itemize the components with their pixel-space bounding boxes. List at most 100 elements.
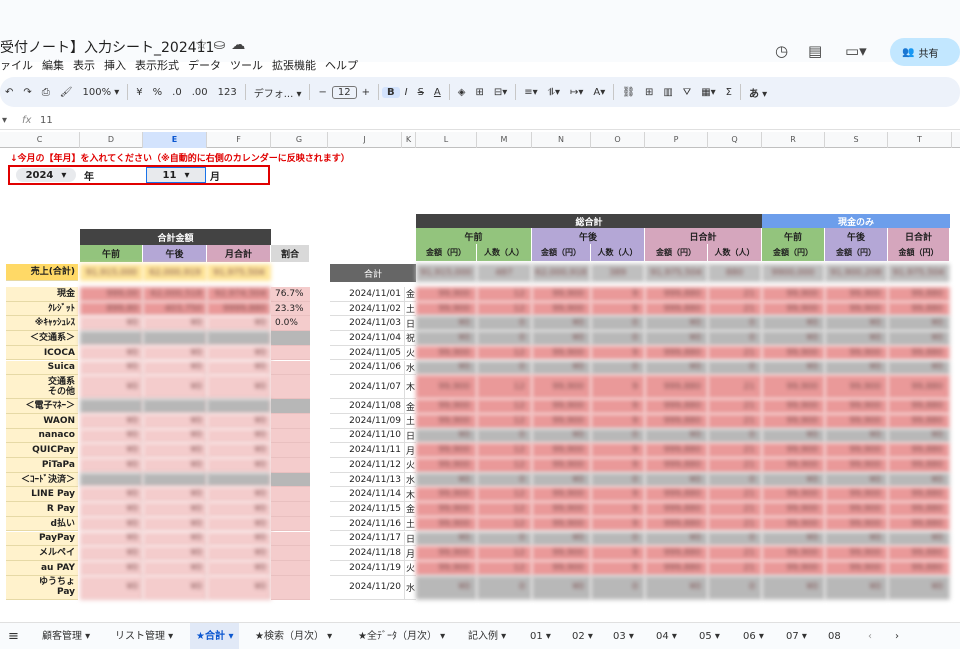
day-value-cell[interactable]: 0: [591, 428, 645, 444]
day-value-cell[interactable]: 9: [591, 413, 645, 429]
day-value-cell[interactable]: ¥0: [888, 316, 950, 332]
day-value-cell[interactable]: 21: [708, 560, 762, 576]
day-value-cell[interactable]: ¥0: [645, 360, 708, 376]
day-value-cell[interactable]: 99,900: [762, 516, 825, 532]
day-value-cell[interactable]: 99,900: [825, 443, 888, 458]
day-value-cell[interactable]: 99,900: [762, 502, 825, 517]
day-value-cell[interactable]: 99,900: [416, 560, 477, 576]
day-value-cell[interactable]: 99,900: [532, 301, 591, 317]
day-value-cell[interactable]: 99,900: [416, 287, 477, 302]
left-row-value[interactable]: ¥0: [80, 443, 143, 458]
menu-item-7[interactable]: 拡張機能: [272, 59, 316, 72]
column-header-S[interactable]: S: [825, 132, 888, 148]
day-value-cell[interactable]: 12: [477, 560, 532, 576]
left-row-value[interactable]: ¥0: [207, 413, 271, 429]
day-value-cell[interactable]: 99,900: [532, 560, 591, 576]
day-value-cell[interactable]: ¥0: [532, 428, 591, 444]
day-value-cell[interactable]: ¥0: [532, 531, 591, 547]
day-value-cell[interactable]: 999,880: [645, 287, 708, 302]
day-value-cell[interactable]: ¥0: [762, 472, 825, 488]
day-value-cell[interactable]: 99,900: [416, 516, 477, 532]
left-row-value[interactable]: ¥0: [80, 316, 143, 332]
day-value-cell[interactable]: 21: [708, 458, 762, 473]
day-value-cell[interactable]: 999,880: [645, 301, 708, 317]
day-value-cell[interactable]: 99,880: [888, 287, 950, 302]
day-value-cell[interactable]: 21: [708, 345, 762, 361]
left-row-value[interactable]: ¥0: [143, 375, 207, 400]
day-value-cell[interactable]: 12: [477, 413, 532, 429]
left-row-value[interactable]: ¥0: [207, 428, 271, 444]
star-icon[interactable]: ☆: [195, 37, 214, 53]
day-value-cell[interactable]: 999,880: [645, 399, 708, 414]
sheet-tab-5[interactable]: 記入例 ▾: [468, 623, 506, 649]
day-value-cell[interactable]: 99,900: [416, 375, 477, 400]
day-value-cell[interactable]: 21: [708, 375, 762, 400]
day-value-cell[interactable]: 0: [477, 472, 532, 488]
menu-item-5[interactable]: データ: [188, 59, 221, 72]
day-value-cell[interactable]: 0: [708, 331, 762, 346]
day-value-cell[interactable]: 999,880: [645, 345, 708, 361]
day-value-cell[interactable]: ¥0: [532, 472, 591, 488]
day-value-cell[interactable]: 12: [477, 345, 532, 361]
day-value-cell[interactable]: ¥0: [645, 316, 708, 332]
day-value-cell[interactable]: ¥0: [825, 575, 888, 600]
left-row-value[interactable]: ¥0: [80, 458, 143, 473]
day-value-cell[interactable]: ¥0: [888, 472, 950, 488]
column-header-K[interactable]: K: [402, 132, 416, 148]
day-value-cell[interactable]: 0: [708, 531, 762, 547]
day-value-cell[interactable]: 99,900: [416, 399, 477, 414]
day-value-cell[interactable]: ¥0: [888, 331, 950, 346]
input-tools-button[interactable]: あ ▾: [744, 85, 772, 100]
day-value-cell[interactable]: 99,900: [532, 516, 591, 532]
borders-icon[interactable]: ⊞: [470, 87, 488, 98]
left-row-value[interactable]: ¥0: [207, 575, 271, 600]
share-button[interactable]: 👥 共有: [890, 38, 960, 66]
name-box-chevron-icon[interactable]: ▾: [2, 115, 7, 126]
sheet-tab-1[interactable]: リスト管理 ▾: [115, 623, 173, 649]
document-title[interactable]: 受付ノート】入力シート_202411: [0, 37, 214, 57]
day-value-cell[interactable]: 999,880: [645, 458, 708, 473]
day-value-cell[interactable]: 9: [591, 443, 645, 458]
day-value-cell[interactable]: 99,900: [825, 560, 888, 576]
day-value-cell[interactable]: ¥0: [762, 360, 825, 376]
day-value-cell[interactable]: 99,900: [762, 560, 825, 576]
sheet-tab-2[interactable]: ★合計 ▾: [190, 623, 240, 649]
left-row-value[interactable]: ¥0: [80, 413, 143, 429]
left-row-value[interactable]: ¥0: [207, 458, 271, 473]
day-value-cell[interactable]: ¥0: [762, 331, 825, 346]
day-value-cell[interactable]: 9: [591, 502, 645, 517]
left-row-value[interactable]: ¥0: [80, 560, 143, 576]
day-value-cell[interactable]: 21: [708, 516, 762, 532]
folder-icon[interactable]: ⛀: [214, 37, 232, 53]
day-value-cell[interactable]: 99,900: [825, 399, 888, 414]
column-header-M[interactable]: M: [477, 132, 532, 148]
left-row-value[interactable]: 92,974,504: [207, 287, 271, 302]
left-row-value[interactable]: ¥0: [207, 531, 271, 547]
day-value-cell[interactable]: 12: [477, 443, 532, 458]
day-value-cell[interactable]: ¥0: [825, 472, 888, 488]
filter-views-icon[interactable]: ▦▾: [696, 87, 720, 98]
sheet-tab-4[interactable]: ★全ﾃﾞｰﾀ（月次） ▾: [358, 623, 445, 649]
functions-button[interactable]: Σ: [721, 87, 737, 98]
column-header-L[interactable]: L: [416, 132, 477, 148]
day-value-cell[interactable]: 99,900: [416, 443, 477, 458]
day-value-cell[interactable]: 99,900: [532, 546, 591, 561]
day-value-cell[interactable]: 9: [591, 516, 645, 532]
left-row-value[interactable]: ¥0: [143, 575, 207, 600]
sheet-tab-12[interactable]: 07 ▾: [786, 623, 807, 649]
history-icon[interactable]: ◷: [775, 42, 788, 60]
all-sheets-menu-icon[interactable]: ≡: [8, 623, 19, 649]
day-value-cell[interactable]: 99,900: [532, 487, 591, 503]
day-value-cell[interactable]: 0: [591, 531, 645, 547]
left-row-value[interactable]: ¥0: [143, 531, 207, 547]
day-value-cell[interactable]: 0: [477, 316, 532, 332]
print-icon[interactable]: ⎙: [37, 87, 55, 98]
day-value-cell[interactable]: 99,880: [888, 560, 950, 576]
left-row-value[interactable]: 403,750: [143, 301, 207, 317]
day-value-cell[interactable]: 99,900: [416, 546, 477, 561]
day-value-cell[interactable]: 99,880: [888, 399, 950, 414]
left-row-value[interactable]: ¥0: [143, 516, 207, 532]
day-value-cell[interactable]: 12: [477, 287, 532, 302]
day-value-cell[interactable]: 99,880: [888, 301, 950, 317]
day-value-cell[interactable]: 99,900: [762, 413, 825, 429]
